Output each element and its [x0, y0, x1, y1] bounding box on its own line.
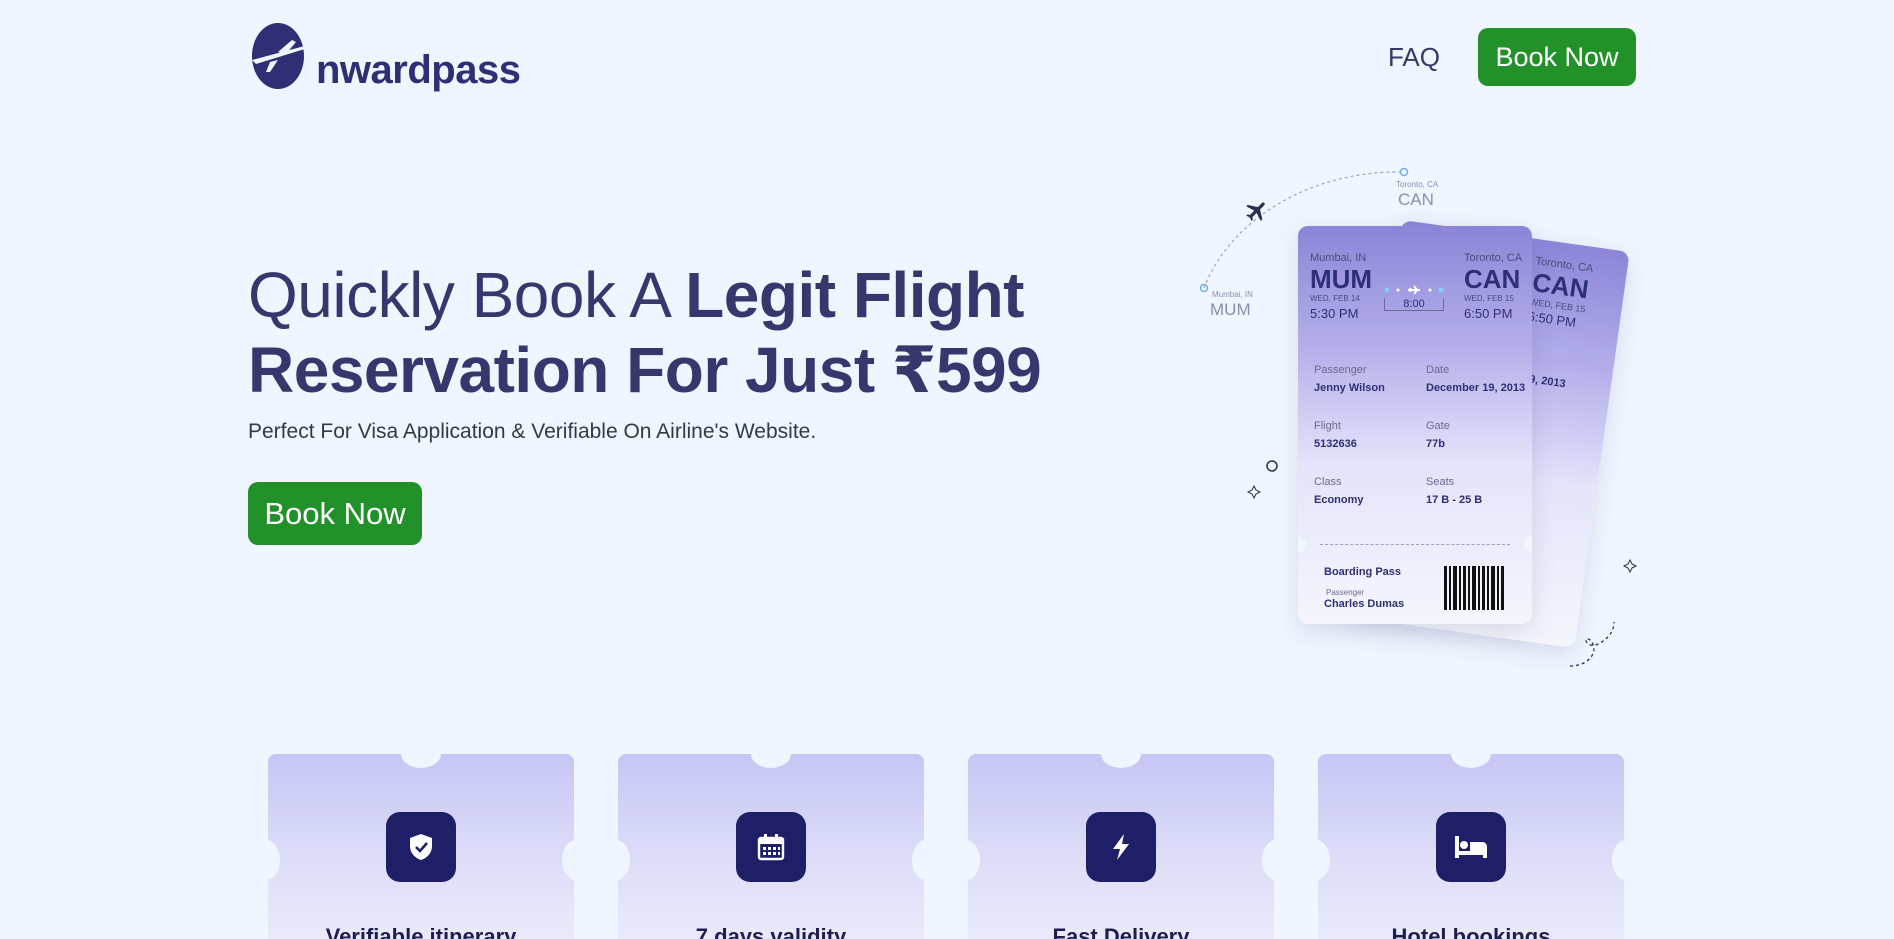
origin-time: 5:30 PM — [1310, 306, 1359, 321]
hero-book-now-button[interactable]: Book Now — [248, 482, 422, 545]
header-book-now-button[interactable]: Book Now — [1478, 28, 1636, 86]
hero-title-bold-2: Reservation For Just ₹599 — [248, 334, 1042, 406]
logo-text: nwardpass — [316, 48, 521, 92]
origin-code: MUM — [1310, 264, 1373, 294]
front-boarding-pass: Mumbai, IN MUM WED, FEB 14 5:30 PM 8:00 … — [1298, 226, 1532, 624]
bed-icon — [1436, 812, 1506, 882]
route-dest-code: CAN — [1398, 190, 1434, 209]
hero-title-bold-1: Legit Flight — [685, 259, 1024, 331]
feature-title: Hotel bookings — [1391, 924, 1551, 939]
passenger-label: Passenger — [1314, 364, 1367, 376]
calendar-icon — [736, 812, 806, 882]
site-header: nwardpass FAQ Book Now — [248, 14, 1636, 94]
passenger-value: Jenny Wilson — [1314, 382, 1385, 394]
lightning-icon — [1086, 812, 1156, 882]
feature-card-validity: 7 days validity — [602, 740, 940, 939]
flight-duration-line — [1384, 282, 1444, 295]
nav-faq-link[interactable]: FAQ — [1388, 42, 1440, 73]
origin-date: WED, FEB 14 — [1310, 294, 1360, 303]
boarding-pass-label: Boarding Pass — [1324, 566, 1402, 578]
duration-plane-icon — [1384, 285, 1444, 295]
date-value: December 19, 2013 — [1426, 382, 1526, 394]
hero-title-light: Quickly Book A — [248, 259, 686, 331]
origin-city: Mumbai, IN — [1310, 252, 1367, 264]
date-label: Date — [1426, 364, 1450, 376]
stub-passenger-value: Charles Dumas — [1324, 598, 1405, 610]
onwardpass-logo[interactable]: nwardpass — [248, 18, 521, 94]
seats-label: Seats — [1426, 476, 1455, 488]
route-dest-city: Toronto, CA — [1396, 180, 1439, 189]
flight-label: Flight — [1314, 420, 1341, 432]
hero-title: Quickly Book A Legit Flight Reservation … — [248, 258, 1148, 408]
class-value: Economy — [1314, 494, 1364, 506]
route-origin-city: Mumbai, IN — [1212, 290, 1253, 299]
gate-value: 77b — [1426, 438, 1445, 450]
flight-value: 5132636 — [1314, 438, 1357, 450]
feature-card-hotel: Hotel bookings — [1302, 740, 1640, 939]
feature-card-delivery: Fast Delivery — [952, 740, 1290, 939]
feature-title: Verifiable itinerary — [325, 924, 517, 939]
feature-title: 7 days validity — [695, 924, 847, 939]
dest-city: Toronto, CA — [1464, 252, 1523, 264]
stub-passenger-label: Passenger — [1326, 588, 1365, 597]
dest-time: 6:50 PM — [1464, 306, 1513, 321]
ticket-notch-left — [1298, 536, 1306, 552]
airplane-icon — [1246, 202, 1265, 221]
dest-code: CAN — [1464, 264, 1521, 294]
shield-check-icon — [386, 812, 456, 882]
ticket-notch-right — [1524, 536, 1532, 552]
class-label: Class — [1314, 476, 1342, 488]
boarding-pass-illustration: Mumbai, IN MUM Toronto, CA CAN Toronto, … — [1190, 160, 1650, 680]
dest-date: WED, FEB 15 — [1464, 294, 1514, 303]
route-origin-code: MUM — [1210, 300, 1251, 319]
feature-title: Fast Delivery — [1052, 924, 1190, 939]
barcode-icon — [1444, 566, 1504, 610]
feature-card-verifiable: Verifiable itinerary — [252, 740, 590, 939]
hero-subtitle: Perfect For Visa Application & Verifiabl… — [248, 420, 817, 443]
seats-value: 17 B - 25 B — [1426, 494, 1483, 506]
flight-duration: 8:00 — [1384, 298, 1444, 311]
gate-label: Gate — [1426, 420, 1450, 432]
ticket-tear-line — [1320, 544, 1510, 545]
logo-plane-icon — [252, 23, 312, 89]
feature-cards: Verifiable itinerary 7 days validity Fas… — [252, 740, 1640, 939]
